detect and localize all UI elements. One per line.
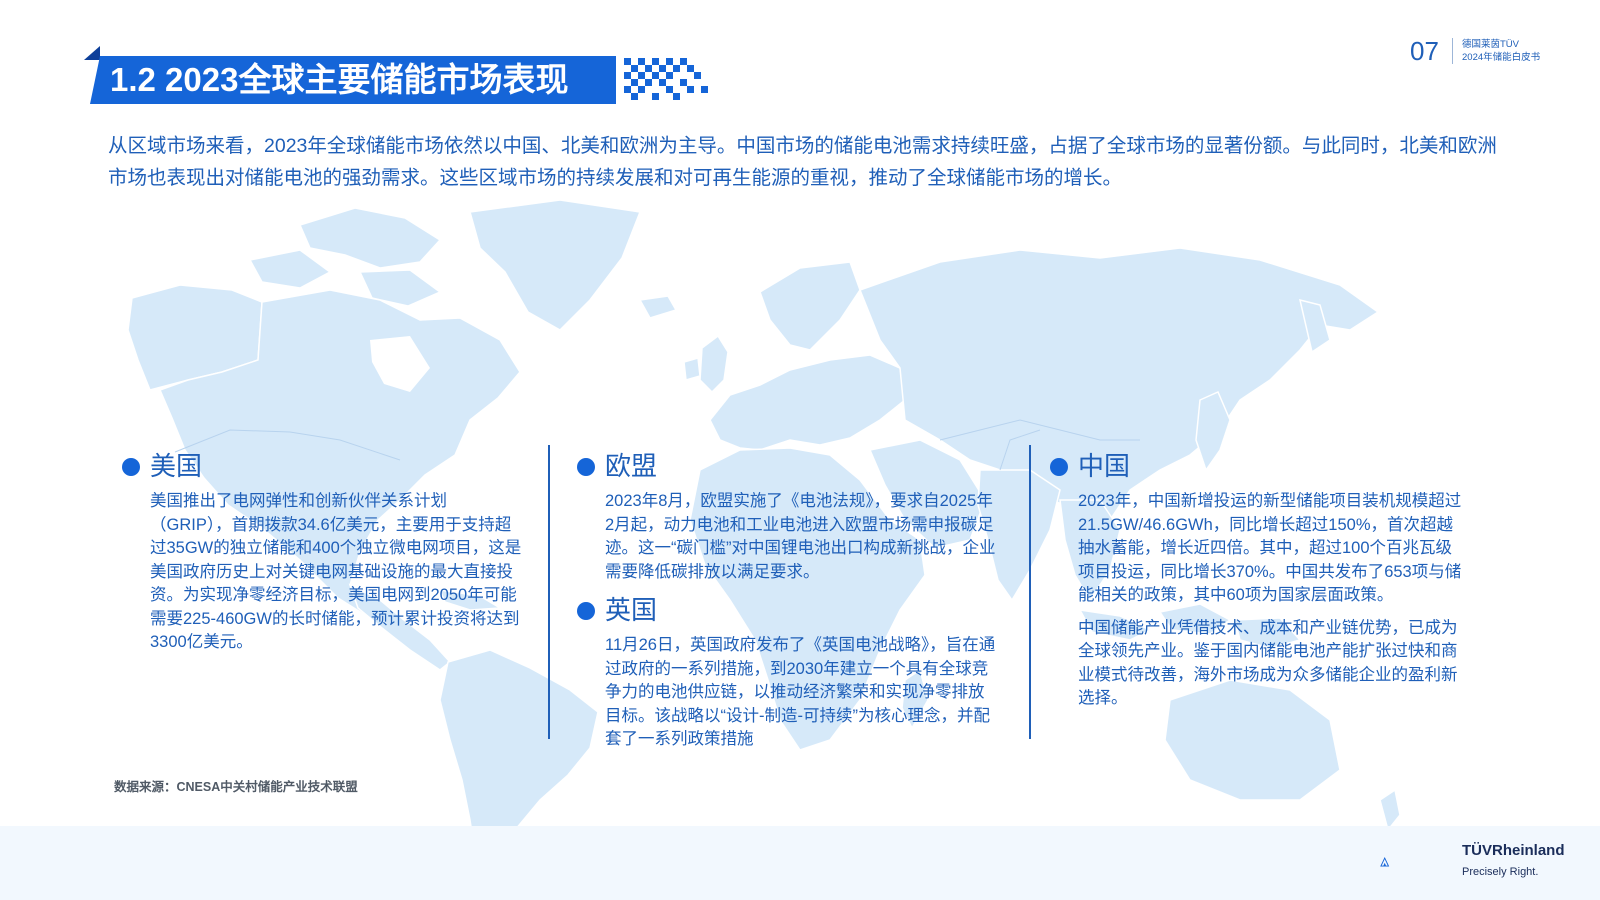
footer-band (0, 826, 1600, 900)
section-body-china: 2023年，中国新增投运的新型储能项目装机规模超过21.5GW/46.6GWh，… (1078, 490, 1466, 720)
bullet-dot (122, 458, 140, 476)
company-slogan: Precisely Right. (1462, 866, 1539, 878)
section-title-china: 中国 (1078, 451, 1131, 481)
bullet-dot (1050, 458, 1068, 476)
section-title-eu: 欧盟 (605, 451, 658, 481)
greenland-shape (469, 199, 642, 331)
column-divider (1029, 445, 1031, 739)
intro-paragraph: 从区域市场来看，2023年全球储能市场依然以中国、北美和欧洲为主导。中国市场的储… (108, 135, 1497, 189)
page-number: 07 (1410, 36, 1439, 66)
data-source-note: 数据来源：CNESA中关村储能产业技术联盟 (114, 780, 358, 794)
section-title-usa: 美国 (150, 451, 203, 481)
document-brand: 德国莱茵TÜV 2024年储能白皮书 (1462, 38, 1540, 64)
scandinavia-shape (759, 261, 861, 351)
bullet-dot (577, 602, 595, 620)
title-banner: 1.2 2023全球主要储能市场表现 (84, 46, 624, 104)
checker-pattern (624, 58, 708, 100)
china-paragraph-1: 2023年，中国新增投运的新型储能项目装机规模超过21.5GW/46.6GWh，… (1078, 492, 1462, 604)
uk-shape (699, 334, 729, 394)
uk-paragraph: 11月26日，英国政府发布了《英国电池战略》，旨在通过政府的一系列措施，到203… (605, 636, 996, 748)
arctic-islands-shape (298, 207, 442, 269)
europe-shape (709, 354, 906, 451)
china-paragraph-2: 中国储能产业凭借技术、成本和产业链优势，已成为全球领先产业。鉴于国内储能电池产能… (1078, 618, 1458, 708)
company-logo-text: TÜVRheinland (1462, 842, 1565, 859)
brand-line-1: 德国莱茵TÜV (1462, 39, 1520, 50)
title-corner-accent (84, 46, 100, 60)
section-body-usa: 美国推出了电网弹性和创新伙伴关系计划（GRIP），首期拨款34.6亿美元，主要用… (150, 490, 522, 664)
bullet-dot (577, 458, 595, 476)
tuv-triangle-icon (1380, 856, 1390, 867)
usa-paragraph: 美国推出了电网弹性和创新伙伴关系计划（GRIP），首期拨款34.6亿美元，主要用… (150, 492, 522, 651)
column-divider (548, 445, 550, 739)
page-title: 1.2 2023全球主要储能市场表现 (110, 61, 569, 98)
eu-paragraph: 2023年8月，欧盟实施了《电池法规》，要求自2025年2月起，动力电池和工业电… (605, 492, 996, 581)
brand-line-2: 2024年储能白皮书 (1462, 52, 1541, 63)
section-title-uk: 英国 (605, 595, 658, 625)
section-body-eu: 2023年8月，欧盟实施了《电池法规》，要求自2025年2月起，动力电池和工业电… (605, 490, 997, 593)
page-number-divider (1452, 38, 1453, 64)
section-body-uk: 11月26日，英国政府发布了《英国电池战略》，旨在通过政府的一系列措施，到203… (605, 634, 997, 761)
